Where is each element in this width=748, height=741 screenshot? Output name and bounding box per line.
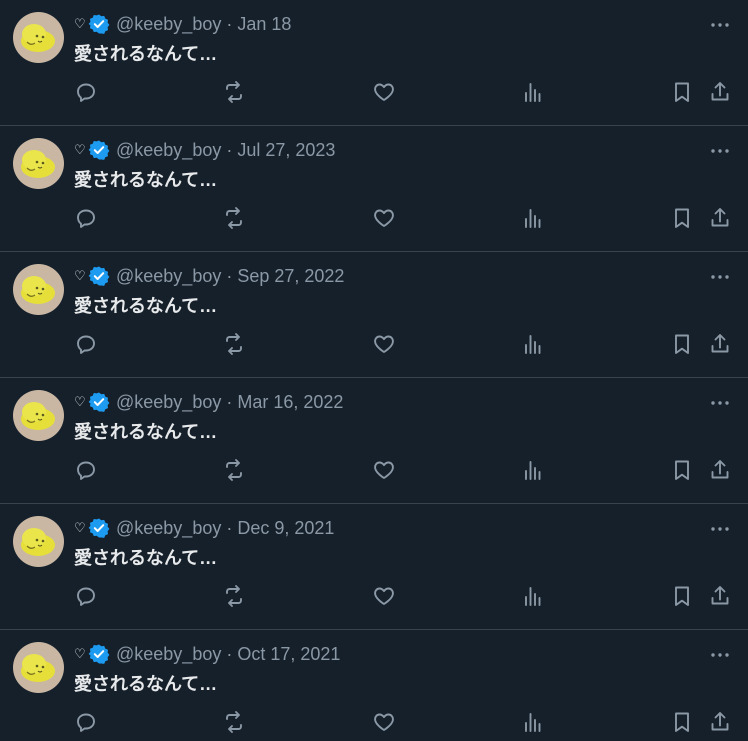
tweet-header: ♡ @keeby_boy · Jul 27, 2023: [74, 139, 335, 161]
verified-badge-icon[interactable]: [88, 139, 110, 161]
separator-dot: ·: [226, 517, 233, 538]
reply-icon[interactable]: [74, 458, 98, 482]
retweet-icon[interactable]: [222, 458, 246, 482]
reply-icon[interactable]: [74, 584, 98, 608]
name-heart[interactable]: ♡: [74, 268, 88, 284]
handle[interactable]: @keeby_boy: [116, 266, 221, 287]
like-icon[interactable]: [372, 332, 396, 356]
share-icon[interactable]: [708, 80, 732, 104]
retweet-icon[interactable]: [222, 710, 246, 734]
verified-badge-icon[interactable]: [88, 643, 110, 665]
like-icon[interactable]: [372, 458, 396, 482]
separator-dot: ·: [226, 265, 233, 286]
views-icon[interactable]: [521, 710, 545, 734]
retweet-icon[interactable]: [222, 206, 246, 230]
more-icon[interactable]: [709, 266, 731, 288]
tweet-text: 愛されるなんて…: [74, 548, 218, 568]
avatar[interactable]: [13, 138, 64, 189]
more-icon[interactable]: [709, 644, 731, 666]
name-heart[interactable]: ♡: [74, 16, 88, 32]
handle[interactable]: @keeby_boy: [116, 392, 221, 413]
bookmark-icon[interactable]: [670, 584, 694, 608]
views-icon[interactable]: [521, 458, 545, 482]
share-icon[interactable]: [708, 710, 732, 734]
verified-badge-icon[interactable]: [88, 517, 110, 539]
more-icon[interactable]: [709, 140, 731, 162]
verified-badge-icon[interactable]: [88, 13, 110, 35]
more-icon[interactable]: [709, 14, 731, 36]
timestamp[interactable]: Mar 16, 2022: [237, 392, 343, 413]
tweet-text: 愛されるなんて…: [74, 44, 218, 64]
tweet-header: ♡ @keeby_boy · Oct 17, 2021: [74, 643, 340, 665]
more-icon[interactable]: [709, 392, 731, 414]
tweet[interactable]: ♡ @keeby_boy · Dec 9, 2021 愛されるなんて…: [0, 504, 748, 630]
handle[interactable]: @keeby_boy: [116, 14, 221, 35]
retweet-icon[interactable]: [222, 332, 246, 356]
retweet-icon[interactable]: [222, 80, 246, 104]
share-icon[interactable]: [708, 584, 732, 608]
timestamp[interactable]: Jul 27, 2023: [237, 140, 335, 161]
like-icon[interactable]: [372, 80, 396, 104]
handle[interactable]: @keeby_boy: [116, 644, 221, 665]
handle[interactable]: @keeby_boy: [116, 518, 221, 539]
share-icon[interactable]: [708, 332, 732, 356]
views-icon[interactable]: [521, 80, 545, 104]
tweet[interactable]: ♡ @keeby_boy · Oct 17, 2021 愛されるなんて…: [0, 630, 748, 741]
name-heart[interactable]: ♡: [74, 142, 88, 158]
tweet-header: ♡ @keeby_boy · Mar 16, 2022: [74, 391, 343, 413]
reply-icon[interactable]: [74, 710, 98, 734]
avatar[interactable]: [13, 264, 64, 315]
views-icon[interactable]: [521, 584, 545, 608]
reply-icon[interactable]: [74, 332, 98, 356]
bookmark-icon[interactable]: [670, 710, 694, 734]
tweet[interactable]: ♡ @keeby_boy · Sep 27, 2022 愛されるなんて…: [0, 252, 748, 378]
name-heart[interactable]: ♡: [74, 646, 88, 662]
timestamp[interactable]: Jan 18: [237, 14, 291, 35]
tweet[interactable]: ♡ @keeby_boy · Jul 27, 2023 愛されるなんて…: [0, 126, 748, 252]
like-icon[interactable]: [372, 584, 396, 608]
avatar[interactable]: [13, 12, 64, 63]
tweet-text: 愛されるなんて…: [74, 296, 218, 316]
bookmark-icon[interactable]: [670, 332, 694, 356]
retweet-icon[interactable]: [222, 584, 246, 608]
timestamp[interactable]: Dec 9, 2021: [237, 518, 334, 539]
like-icon[interactable]: [372, 710, 396, 734]
tweet-header: ♡ @keeby_boy · Jan 18: [74, 13, 291, 35]
share-icon[interactable]: [708, 458, 732, 482]
bookmark-icon[interactable]: [670, 206, 694, 230]
timestamp[interactable]: Sep 27, 2022: [237, 266, 344, 287]
separator-dot: ·: [226, 391, 233, 412]
share-icon[interactable]: [708, 206, 732, 230]
tweet-feed: ♡ @keeby_boy · Jan 18 愛されるなんて… ♡ @keeby_…: [0, 0, 748, 741]
tweet-header: ♡ @keeby_boy · Dec 9, 2021: [74, 517, 334, 539]
timestamp[interactable]: Oct 17, 2021: [237, 644, 340, 665]
tweet[interactable]: ♡ @keeby_boy · Jan 18 愛されるなんて…: [0, 0, 748, 126]
separator-dot: ·: [226, 13, 233, 34]
tweet[interactable]: ♡ @keeby_boy · Mar 16, 2022 愛されるなんて…: [0, 378, 748, 504]
bookmark-icon[interactable]: [670, 80, 694, 104]
more-icon[interactable]: [709, 518, 731, 540]
tweet-text: 愛されるなんて…: [74, 674, 218, 694]
bookmark-icon[interactable]: [670, 458, 694, 482]
separator-dot: ·: [226, 643, 233, 664]
tweet-text: 愛されるなんて…: [74, 422, 218, 442]
verified-badge-icon[interactable]: [88, 391, 110, 413]
views-icon[interactable]: [521, 332, 545, 356]
name-heart[interactable]: ♡: [74, 520, 88, 536]
views-icon[interactable]: [521, 206, 545, 230]
handle[interactable]: @keeby_boy: [116, 140, 221, 161]
tweet-header: ♡ @keeby_boy · Sep 27, 2022: [74, 265, 344, 287]
reply-icon[interactable]: [74, 206, 98, 230]
tweet-text: 愛されるなんて…: [74, 170, 218, 190]
avatar[interactable]: [13, 516, 64, 567]
avatar[interactable]: [13, 642, 64, 693]
name-heart[interactable]: ♡: [74, 394, 88, 410]
reply-icon[interactable]: [74, 80, 98, 104]
like-icon[interactable]: [372, 206, 396, 230]
separator-dot: ·: [226, 139, 233, 160]
avatar[interactable]: [13, 390, 64, 441]
verified-badge-icon[interactable]: [88, 265, 110, 287]
